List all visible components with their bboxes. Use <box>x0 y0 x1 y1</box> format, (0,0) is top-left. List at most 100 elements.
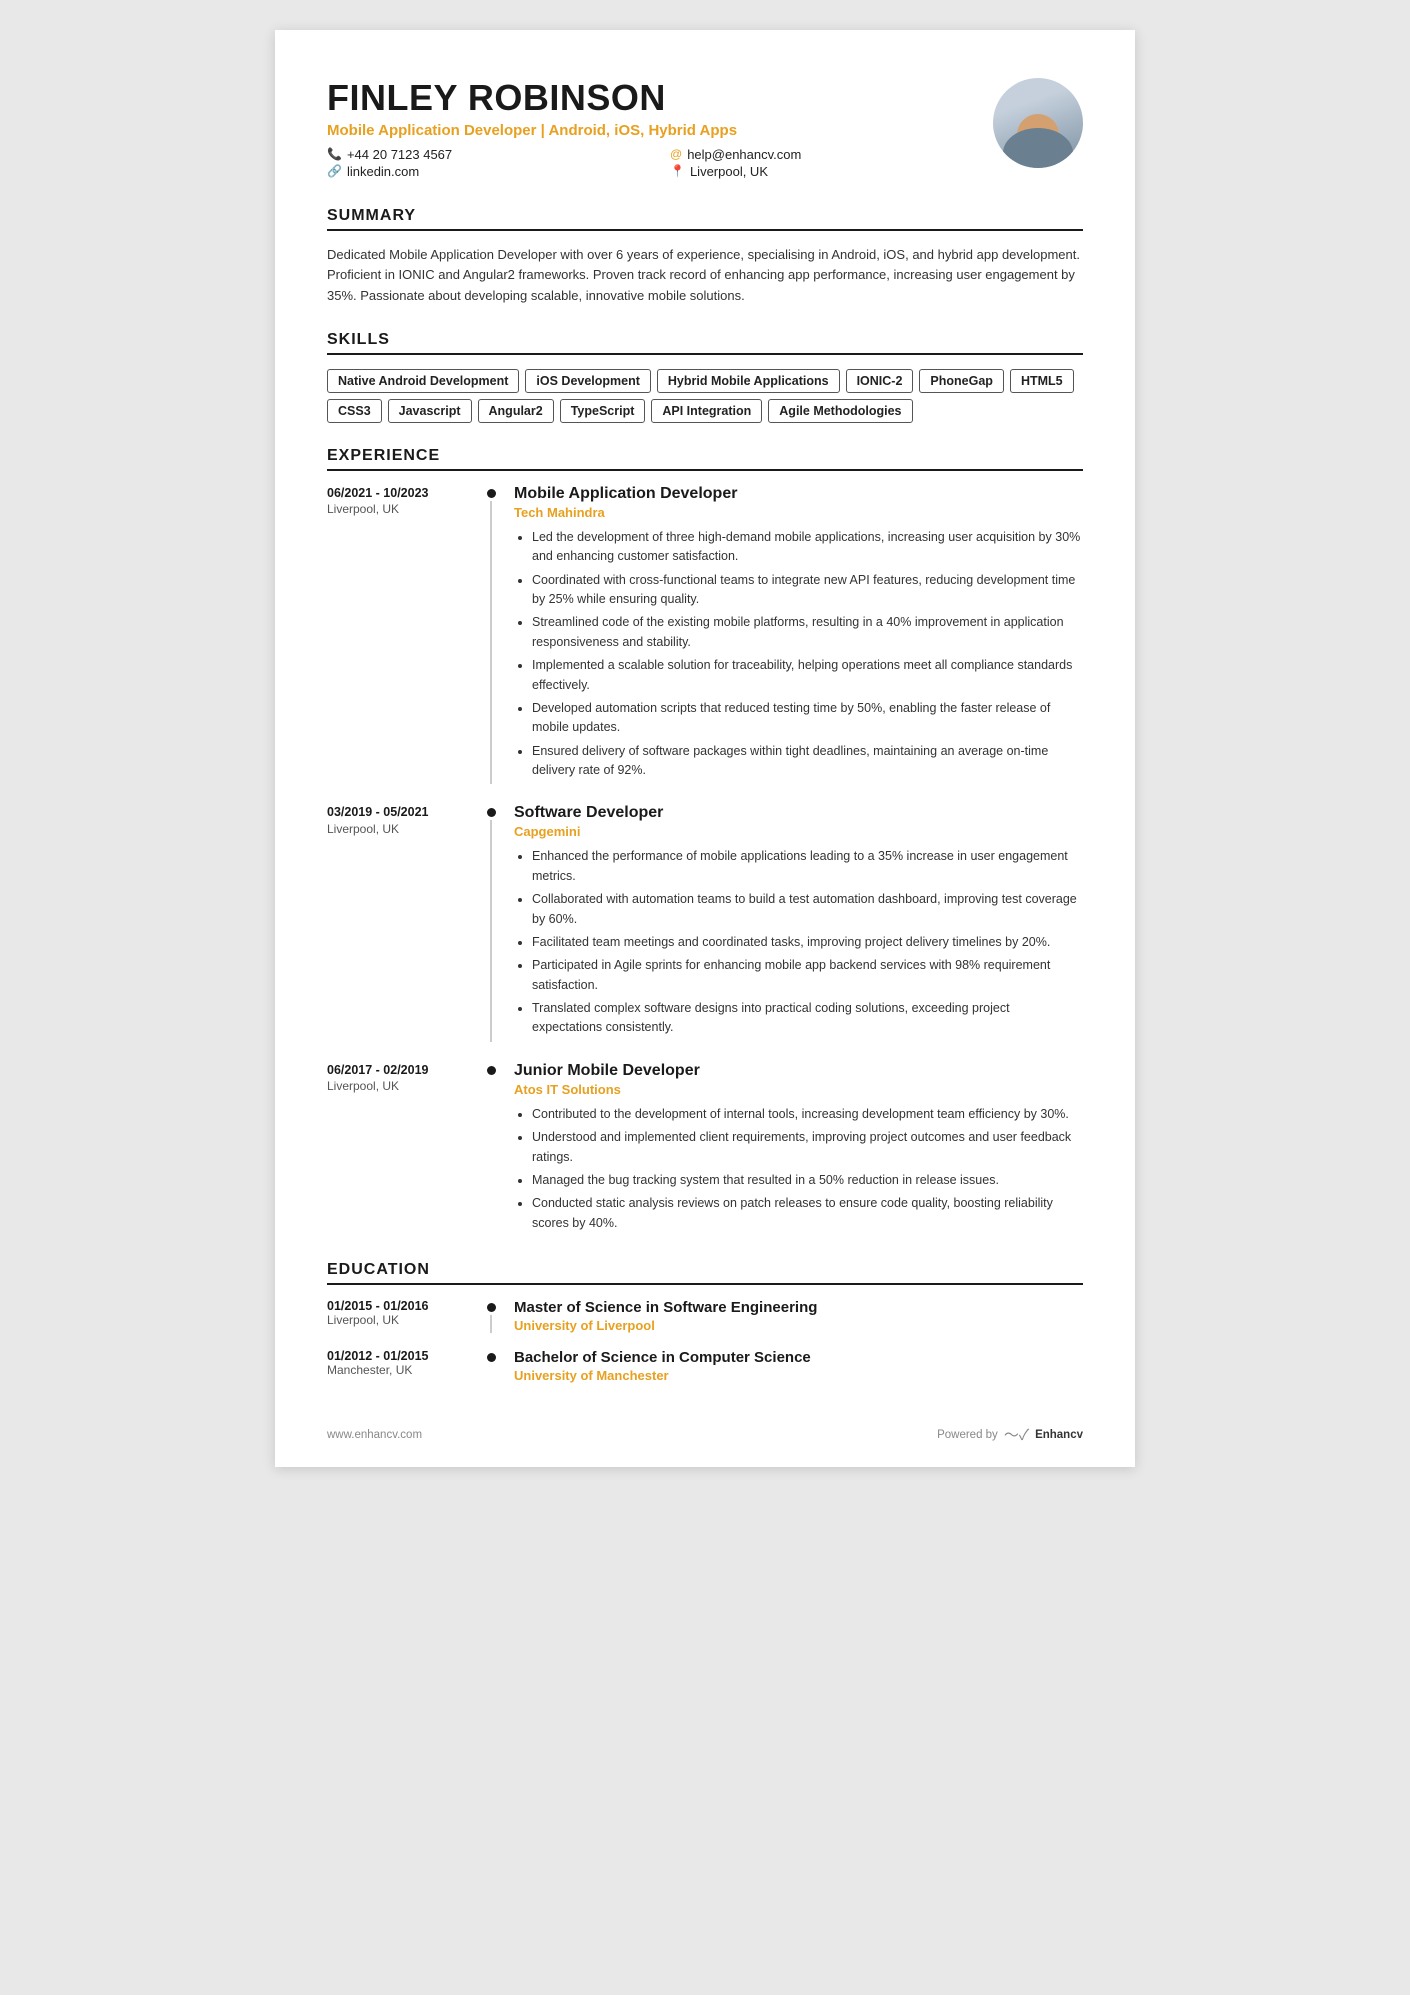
skills-title: SKILLS <box>327 331 1083 355</box>
skill-tag: iOS Development <box>525 369 651 393</box>
summary-section: SUMMARY Dedicated Mobile Application Dev… <box>327 207 1083 307</box>
edu-right: Master of Science in Software Engineerin… <box>500 1299 1083 1333</box>
edu-date: 01/2012 - 01/2015 <box>327 1349 472 1363</box>
brand-logo: 〜✓ <box>1004 1424 1029 1445</box>
edu-dot <box>487 1303 496 1312</box>
edu-dot-line <box>482 1299 500 1333</box>
exp-dot-line <box>482 1062 500 1237</box>
edu-location: Liverpool, UK <box>327 1313 472 1327</box>
exp-company: Tech Mahindra <box>514 505 1083 520</box>
bullet-item: Coordinated with cross-functional teams … <box>532 571 1083 610</box>
bullet-item: Enhanced the performance of mobile appli… <box>532 847 1083 886</box>
exp-job-title: Junior Mobile Developer <box>514 1062 1083 1080</box>
skill-tag: TypeScript <box>560 399 646 423</box>
header-section: FINLEY ROBINSON Mobile Application Devel… <box>327 78 1083 179</box>
exp-left: 06/2021 - 10/2023 Liverpool, UK <box>327 485 482 785</box>
header-left: FINLEY ROBINSON Mobile Application Devel… <box>327 78 993 179</box>
candidate-name: FINLEY ROBINSON <box>327 78 993 118</box>
exp-dot <box>487 1066 496 1075</box>
exp-company: Atos IT Solutions <box>514 1082 1083 1097</box>
education-item: 01/2012 - 01/2015 Manchester, UK Bachelo… <box>327 1349 1083 1383</box>
location-text: Liverpool, UK <box>690 164 768 179</box>
brand-name: Enhancv <box>1035 1429 1083 1441</box>
bullet-item: Managed the bug tracking system that res… <box>532 1171 1083 1190</box>
exp-date: 06/2021 - 10/2023 <box>327 485 472 503</box>
bullet-item: Implemented a scalable solution for trac… <box>532 656 1083 695</box>
exp-right: Software Developer Capgemini Enhanced th… <box>500 804 1083 1041</box>
education-item: 01/2015 - 01/2016 Liverpool, UK Master o… <box>327 1299 1083 1333</box>
contact-info: 📞 +44 20 7123 4567 @ help@enhancv.com 🔗 … <box>327 147 993 179</box>
exp-left: 06/2017 - 02/2019 Liverpool, UK <box>327 1062 482 1237</box>
bullet-item: Translated complex software designs into… <box>532 999 1083 1038</box>
education-section: EDUCATION 01/2015 - 01/2016 Liverpool, U… <box>327 1261 1083 1383</box>
edu-degree: Master of Science in Software Engineerin… <box>514 1299 1083 1316</box>
edu-dot <box>487 1353 496 1362</box>
skill-tag: API Integration <box>651 399 762 423</box>
edu-right: Bachelor of Science in Computer Science … <box>500 1349 1083 1383</box>
bullet-item: Conducted static analysis reviews on pat… <box>532 1194 1083 1233</box>
edu-location: Manchester, UK <box>327 1363 472 1377</box>
exp-dot-line <box>482 485 500 785</box>
skill-tag: HTML5 <box>1010 369 1074 393</box>
edu-left: 01/2012 - 01/2015 Manchester, UK <box>327 1349 482 1383</box>
skill-tag: PhoneGap <box>919 369 1004 393</box>
page-footer: www.enhancv.com Powered by 〜✓ Enhancv <box>327 1424 1083 1445</box>
skill-tag: Native Android Development <box>327 369 519 393</box>
exp-bullets: Led the development of three high-demand… <box>514 528 1083 781</box>
skill-tag: Angular2 <box>478 399 554 423</box>
skill-tag: CSS3 <box>327 399 382 423</box>
summary-title: SUMMARY <box>327 207 1083 231</box>
footer-website: www.enhancv.com <box>327 1429 422 1441</box>
experience-item: 06/2021 - 10/2023 Liverpool, UK Mobile A… <box>327 485 1083 785</box>
edu-dot-line <box>482 1349 500 1383</box>
phone-text: +44 20 7123 4567 <box>347 147 452 162</box>
exp-location: Liverpool, UK <box>327 502 472 516</box>
edu-degree: Bachelor of Science in Computer Science <box>514 1349 1083 1366</box>
education-title: EDUCATION <box>327 1261 1083 1285</box>
exp-date: 06/2017 - 02/2019 <box>327 1062 472 1080</box>
exp-line <box>490 820 492 1041</box>
summary-text: Dedicated Mobile Application Developer w… <box>327 245 1083 307</box>
bullet-item: Ensured delivery of software packages wi… <box>532 742 1083 781</box>
exp-right: Mobile Application Developer Tech Mahind… <box>500 485 1083 785</box>
exp-location: Liverpool, UK <box>327 1079 472 1093</box>
experience-item: 06/2017 - 02/2019 Liverpool, UK Junior M… <box>327 1062 1083 1237</box>
location-item: 📍 Liverpool, UK <box>670 164 993 179</box>
experience-section: EXPERIENCE 06/2021 - 10/2023 Liverpool, … <box>327 447 1083 1237</box>
exp-bullets: Contributed to the development of intern… <box>514 1105 1083 1233</box>
skill-tag: IONIC-2 <box>846 369 914 393</box>
exp-right: Junior Mobile Developer Atos IT Solution… <box>500 1062 1083 1237</box>
skill-tag: Agile Methodologies <box>768 399 912 423</box>
edu-left: 01/2015 - 01/2016 Liverpool, UK <box>327 1299 482 1333</box>
skill-tag: Javascript <box>388 399 472 423</box>
bullet-item: Facilitated team meetings and coordinate… <box>532 933 1083 952</box>
bullet-item: Understood and implemented client requir… <box>532 1128 1083 1167</box>
bullet-item: Contributed to the development of intern… <box>532 1105 1083 1124</box>
exp-job-title: Mobile Application Developer <box>514 485 1083 503</box>
edu-line <box>490 1315 492 1333</box>
linkedin-item: 🔗 linkedin.com <box>327 164 650 179</box>
bullet-item: Developed automation scripts that reduce… <box>532 699 1083 738</box>
skill-tag: Hybrid Mobile Applications <box>657 369 840 393</box>
experience-item: 03/2019 - 05/2021 Liverpool, UK Software… <box>327 804 1083 1041</box>
powered-by-label: Powered by <box>937 1429 998 1441</box>
skills-section: SKILLS Native Android DevelopmentiOS Dev… <box>327 331 1083 423</box>
bullet-item: Streamlined code of the existing mobile … <box>532 613 1083 652</box>
exp-job-title: Software Developer <box>514 804 1083 822</box>
candidate-title: Mobile Application Developer | Android, … <box>327 122 993 139</box>
exp-dot-line <box>482 804 500 1041</box>
exp-dot <box>487 808 496 817</box>
edu-date: 01/2015 - 01/2016 <box>327 1299 472 1313</box>
resume-page: FINLEY ROBINSON Mobile Application Devel… <box>275 30 1135 1467</box>
experience-list: 06/2021 - 10/2023 Liverpool, UK Mobile A… <box>327 485 1083 1237</box>
phone-item: 📞 +44 20 7123 4567 <box>327 147 650 162</box>
exp-bullets: Enhanced the performance of mobile appli… <box>514 847 1083 1037</box>
exp-company: Capgemini <box>514 824 1083 839</box>
linkedin-text: linkedin.com <box>347 164 419 179</box>
skills-grid: Native Android DevelopmentiOS Developmen… <box>327 369 1083 423</box>
edu-school: University of Liverpool <box>514 1318 1083 1333</box>
footer-brand: Powered by 〜✓ Enhancv <box>937 1424 1083 1445</box>
edu-school: University of Manchester <box>514 1368 1083 1383</box>
bullet-item: Led the development of three high-demand… <box>532 528 1083 567</box>
bullet-item: Participated in Agile sprints for enhanc… <box>532 956 1083 995</box>
